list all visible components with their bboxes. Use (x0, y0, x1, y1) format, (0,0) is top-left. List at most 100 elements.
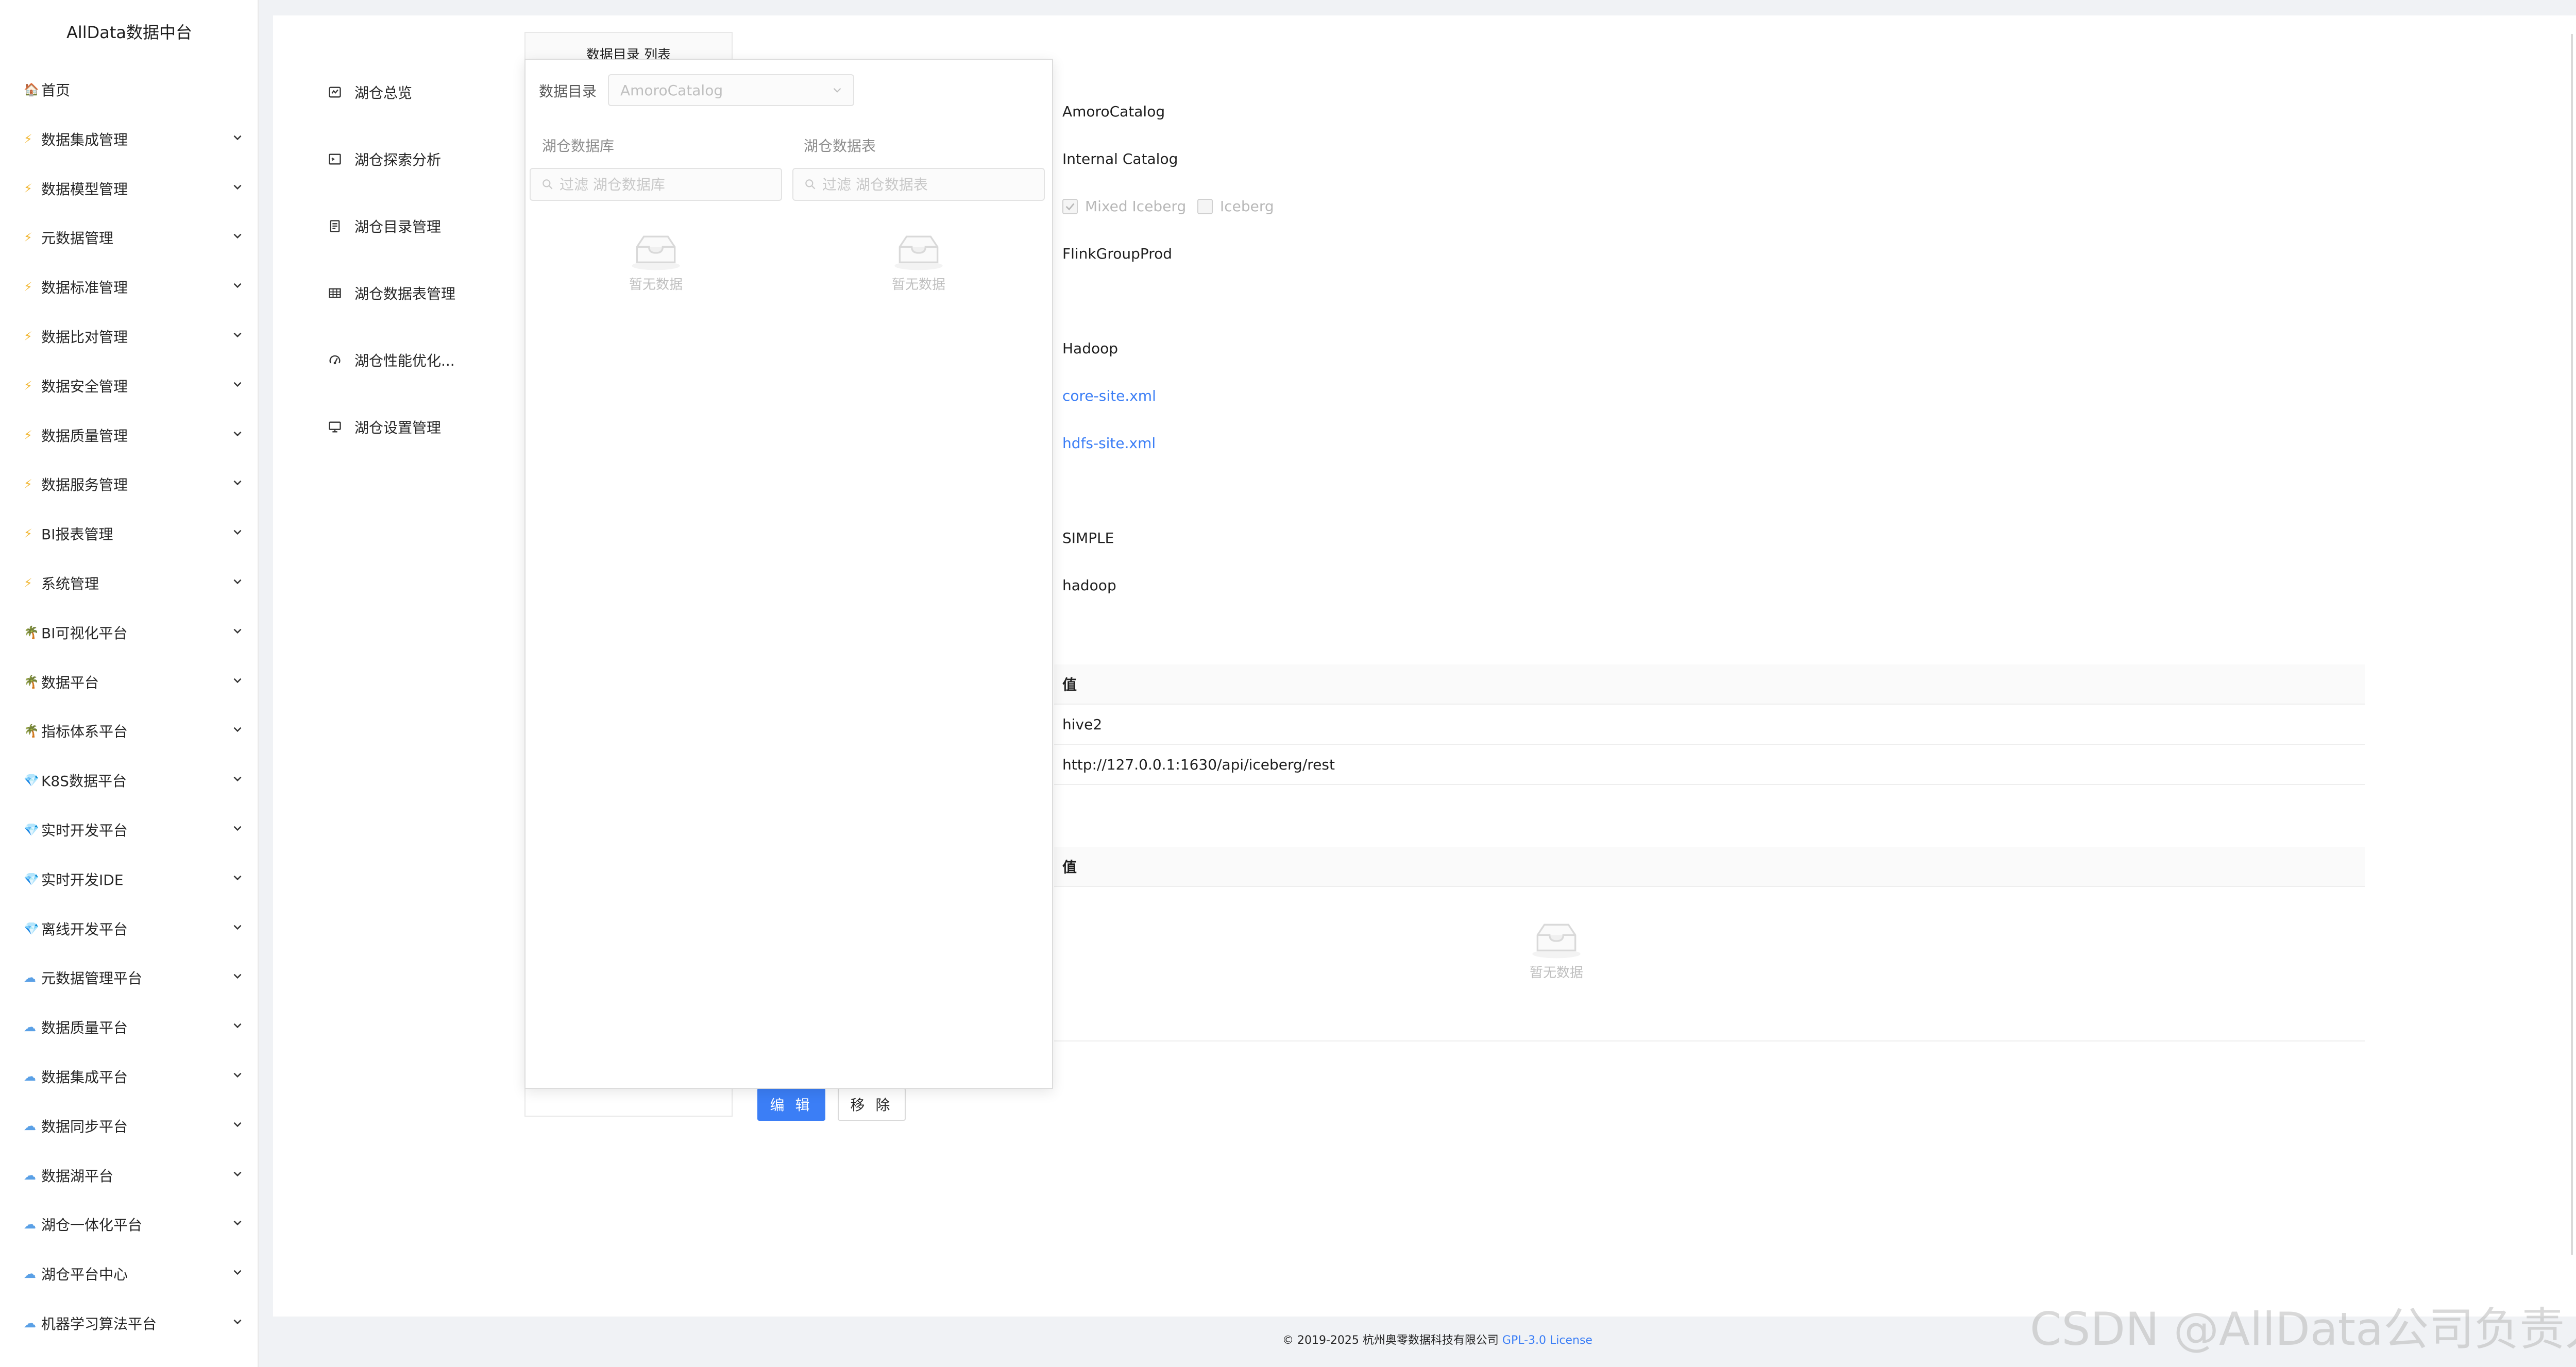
chevron-down-icon[interactable] (230, 1067, 245, 1083)
sidebar-item[interactable]: ⚡ 系统管理 (24, 568, 245, 599)
chevron-down-icon[interactable] (230, 1166, 245, 1182)
sidebar-item[interactable]: ☁ 机器学习算法平台 (24, 1308, 245, 1339)
sidebar-item[interactable]: ⚡ 数据集成管理 (24, 124, 245, 155)
checkbox-box[interactable] (1197, 198, 1213, 214)
submenu-item[interactable]: 湖仓设置管理 (328, 414, 441, 440)
edit-button[interactable]: 编 辑 (757, 1088, 825, 1121)
sidebar-item-label: 元数据管理平台 (41, 970, 143, 987)
sidebar-item-label: 指标体系平台 (41, 723, 128, 741)
chevron-down-icon[interactable] (230, 870, 245, 885)
palm-tree-icon: 🌴 (24, 625, 39, 640)
chevron-down-icon[interactable] (230, 524, 245, 540)
chevron-down-icon[interactable] (230, 1117, 245, 1132)
sidebar-item[interactable]: ☁ 数据质量平台 (24, 1012, 245, 1043)
table-row: http://127.0.0.1:1630/api/iceberg/rest (1054, 745, 2365, 785)
cloud-sync-icon: ☁ (24, 970, 36, 985)
sidebar-item[interactable]: ⚡ 数据标准管理 (24, 271, 245, 302)
database-filter[interactable] (530, 168, 782, 201)
submenu-item[interactable]: 湖仓探索分析 (328, 146, 441, 172)
core-site-link[interactable]: core-site.xml (1062, 387, 1156, 404)
sidebar-item[interactable]: ☁ 元数据管理平台 (24, 962, 245, 993)
catalog-select[interactable]: AmoroCatalog (608, 74, 854, 106)
sidebar-item-label: 数据服务管理 (41, 476, 128, 494)
chevron-down-icon[interactable] (230, 574, 245, 589)
remove-button[interactable]: 移 除 (838, 1088, 906, 1121)
sidebar-item[interactable]: 🌴 数据平台 (24, 667, 245, 697)
sidebar-item[interactable]: 💎 K8S数据平台 (24, 765, 245, 796)
chevron-down-icon[interactable] (230, 919, 245, 935)
sidebar-item[interactable]: ☁ 数据湖平台 (24, 1160, 245, 1191)
sidebar-item[interactable]: 🌴 指标体系平台 (24, 715, 245, 746)
license-link[interactable]: GPL-3.0 License (1502, 1334, 1592, 1347)
submenu-item[interactable]: 湖仓目录管理 (328, 213, 441, 239)
chevron-down-icon[interactable] (230, 968, 245, 984)
content-scrollbar[interactable] (2571, 34, 2573, 1255)
sidebar-item[interactable]: ⚡ 数据比对管理 (24, 321, 245, 352)
chevron-down-icon[interactable] (230, 1265, 245, 1280)
submenu-item[interactable]: 湖仓数据表管理 (328, 280, 455, 306)
chevron-down-icon[interactable] (230, 623, 245, 639)
chevron-down-icon[interactable] (230, 278, 245, 293)
chevron-down-icon[interactable] (230, 377, 245, 392)
sidebar-item[interactable]: ☁ 数据同步平台 (24, 1110, 245, 1141)
empty-text: 暂无数据 (1529, 965, 1583, 981)
table-filter-input[interactable] (822, 176, 1039, 193)
sidebar-item[interactable]: 💎 实时开发IDE (24, 864, 245, 895)
submenu-item[interactable]: 湖仓总览 (328, 79, 412, 105)
chevron-down-icon[interactable] (230, 228, 245, 244)
bolt-icon: ⚡ (24, 181, 32, 196)
table-properties-table: 值 暂无数据 (1054, 847, 2365, 1041)
chevron-down-icon[interactable] (230, 771, 245, 787)
sidebar-item[interactable]: 💎 实时开发平台 (24, 814, 245, 845)
bolt-icon: ⚡ (24, 576, 32, 590)
empty-box-icon (894, 235, 943, 270)
sidebar-item[interactable]: ⚡ 元数据管理 (24, 222, 245, 253)
chevron-down-icon[interactable] (230, 1215, 245, 1231)
chevron-down-icon[interactable] (230, 1018, 245, 1033)
table-filter[interactable] (792, 168, 1045, 201)
sidebar-item[interactable]: ⚡ 数据服务管理 (24, 469, 245, 500)
catalog-name-value: AmoroCatalog (1062, 103, 1165, 120)
sidebar-item-label: 数据平台 (41, 674, 99, 691)
sidebar-item-label: 机器学习算法平台 (41, 1315, 157, 1332)
sidebar-item[interactable]: 🏠 首页 (24, 74, 245, 105)
gem-icon: 💎 (24, 872, 39, 886)
bolt-icon: ⚡ (24, 131, 32, 146)
sidebar-item[interactable]: ⚡ 数据模型管理 (24, 173, 245, 204)
sidebar-item[interactable]: 💎 离线开发平台 (24, 913, 245, 944)
check-icon (1065, 203, 1075, 211)
chevron-down-icon[interactable] (230, 1314, 245, 1329)
chevron-down-icon[interactable] (230, 426, 245, 441)
database-filter-input[interactable] (560, 176, 776, 193)
checkbox-iceberg[interactable]: Iceberg (1197, 198, 1274, 215)
submenu-item[interactable]: 湖仓性能优化... (328, 347, 455, 373)
hdfs-site-link[interactable]: hdfs-site.xml (1062, 435, 1156, 452)
sidebar-item[interactable]: 🌴 BI可视化平台 (24, 617, 245, 648)
sidebar-item[interactable]: ⚡ BI报表管理 (24, 518, 245, 549)
watermark: CSDN @AllData公司负责人 (2030, 1303, 2576, 1356)
sidebar-item[interactable]: ☁ 湖仓一体化平台 (24, 1209, 245, 1240)
table-column-title: 湖仓数据表 (804, 138, 876, 155)
sidebar-item[interactable]: ⚡ 数据质量管理 (24, 420, 245, 451)
chevron-down-icon[interactable] (230, 130, 245, 145)
tab-catalog-list[interactable]: 数据目录 列表 (524, 32, 733, 63)
empty-box-icon (632, 235, 680, 270)
sidebar-item-label: 数据比对管理 (41, 329, 128, 346)
palm-tree-icon: 🌴 (24, 674, 39, 689)
sidebar-item[interactable]: ⚡ 数据安全管理 (24, 370, 245, 401)
chevron-down-icon[interactable] (230, 722, 245, 737)
gem-icon: 💎 (24, 773, 39, 788)
checkbox-box[interactable] (1062, 198, 1078, 214)
checkbox-mixed-iceberg[interactable]: Mixed Iceberg (1062, 198, 1186, 215)
chevron-down-icon[interactable] (230, 821, 245, 836)
chevron-down-icon[interactable] (230, 179, 245, 195)
chevron-down-icon[interactable] (230, 475, 245, 490)
sidebar-item[interactable]: ☁ 数据集成平台 (24, 1061, 245, 1092)
chevron-down-icon[interactable] (230, 673, 245, 688)
hadoop-user-value: hadoop (1062, 577, 1116, 594)
empty-text: 暂无数据 (629, 277, 683, 293)
footer-copyright: © 2019-2025 杭州奥零数据科技有限公司 (1282, 1334, 1499, 1347)
chevron-down-icon[interactable] (230, 327, 245, 343)
catalog-icon (328, 219, 354, 233)
sidebar-item[interactable]: ☁ 湖仓平台中心 (24, 1258, 245, 1289)
